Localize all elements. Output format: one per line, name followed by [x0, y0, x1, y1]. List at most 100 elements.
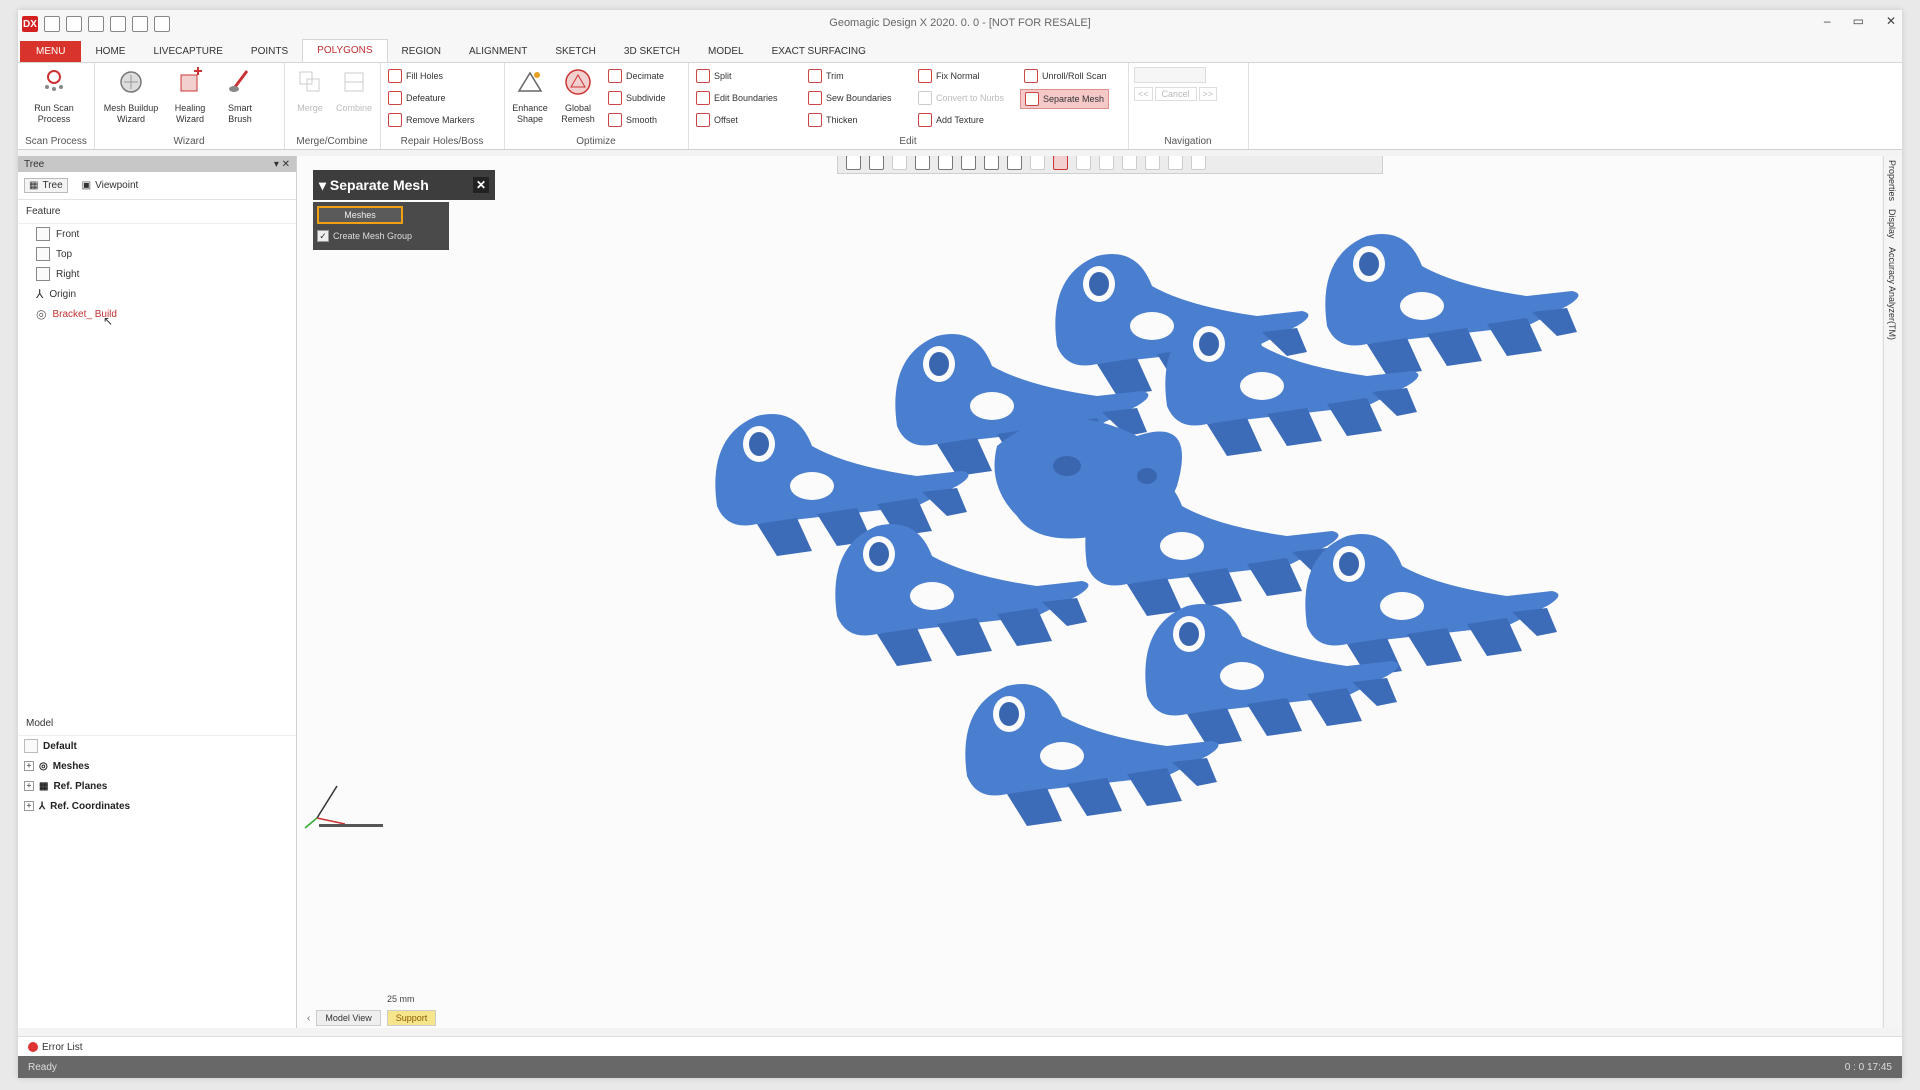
thicken-icon	[808, 113, 822, 127]
healing-wizard-button[interactable]: Healing Wizard	[166, 67, 214, 125]
minimize-button[interactable]: –	[1824, 14, 1831, 28]
nav-cancel-button[interactable]: Cancel	[1154, 87, 1197, 101]
new-file-icon[interactable]	[44, 16, 60, 32]
tab-model-view[interactable]: Model View	[316, 1010, 381, 1026]
import-icon[interactable]	[110, 16, 126, 32]
tab-support[interactable]: Support	[386, 1010, 437, 1026]
offset-button[interactable]: Offset	[696, 111, 738, 129]
plane-icon	[36, 227, 50, 241]
fill-holes-button[interactable]: Fill Holes	[388, 67, 443, 85]
viewpoint-tab-icon: ▣	[81, 180, 92, 191]
convert-nurbs-icon	[918, 91, 932, 105]
tab-points[interactable]: POINTS	[237, 41, 302, 62]
brush-icon	[229, 70, 249, 92]
tab-sketch[interactable]: SKETCH	[541, 41, 610, 62]
smooth-button[interactable]: Smooth	[608, 111, 657, 129]
trim-icon	[808, 69, 822, 83]
model-item-ref-coordinates[interactable]: + ⅄ Ref. Coordinates	[18, 796, 296, 816]
tab-tree[interactable]: ▦ Tree	[24, 178, 68, 193]
fill-holes-icon	[388, 69, 402, 83]
model-item-ref-planes[interactable]: + ▦ Ref. Planes	[18, 776, 296, 796]
tab-3d-sketch[interactable]: 3D SKETCH	[610, 41, 694, 62]
expand-icon[interactable]: +	[24, 761, 34, 771]
error-icon	[28, 1042, 38, 1052]
tab-properties[interactable]: Properties	[1887, 160, 1897, 201]
scroll-left-icon[interactable]: ‹	[307, 1013, 310, 1024]
tab-model[interactable]: MODEL	[694, 41, 758, 62]
maximize-button[interactable]: ▭	[1853, 14, 1864, 28]
trim-button[interactable]: Trim	[808, 67, 844, 85]
combine-button[interactable]: Combine	[330, 67, 378, 114]
tab-viewpoint[interactable]: ▣ Viewpoint	[78, 178, 143, 193]
tab-livecapture[interactable]: LIVECAPTURE	[139, 41, 236, 62]
expand-icon[interactable]: +	[24, 801, 34, 811]
add-texture-button[interactable]: Add Texture	[918, 111, 984, 129]
redo-icon[interactable]	[154, 16, 170, 32]
mesh-buildup-wizard-button[interactable]: Mesh Buildup Wizard	[102, 67, 160, 125]
defeature-button[interactable]: Defeature	[388, 89, 446, 107]
offset-icon	[696, 113, 710, 127]
save-icon[interactable]	[88, 16, 104, 32]
error-list-tab[interactable]: Error List	[42, 1042, 83, 1053]
tab-accuracy-analyzer[interactable]: Accuracy Analyzer(TM)	[1887, 247, 1897, 340]
thicken-button[interactable]: Thicken	[808, 111, 858, 129]
group-label-wizard: Wizard	[173, 136, 205, 147]
group-repair: Fill Holes Defeature Remove Markers Repa…	[380, 63, 505, 149]
separate-mesh-button[interactable]: Separate Mesh	[1020, 89, 1110, 109]
group-navigation: << Cancel >> Navigation	[1128, 63, 1249, 149]
subdivide-button[interactable]: Subdivide	[608, 89, 666, 107]
group-optimize: Enhance Shape Global Remesh Decimate Sub…	[504, 63, 689, 149]
split-button[interactable]: Split	[696, 67, 732, 85]
expand-icon[interactable]: +	[24, 781, 34, 791]
tree-item-bracket-build[interactable]: ◎ Bracket_ Build ↖	[18, 304, 296, 328]
unroll-roll-scan-button[interactable]: Unroll/Roll Scan	[1024, 67, 1107, 85]
remove-markers-button[interactable]: Remove Markers	[388, 111, 475, 129]
tab-polygons[interactable]: POLYGONS	[302, 39, 388, 62]
navigation-dropdown[interactable]	[1134, 67, 1206, 83]
merge-button[interactable]: Merge	[286, 67, 334, 114]
mesh-icon: ◎	[36, 307, 47, 321]
app-logo-icon[interactable]: DX	[22, 16, 38, 32]
enhance-shape-button[interactable]: Enhance Shape	[506, 67, 554, 125]
tab-display[interactable]: Display	[1887, 209, 1897, 239]
fix-normal-icon	[918, 69, 932, 83]
global-remesh-button[interactable]: Global Remesh	[554, 67, 602, 125]
sew-boundaries-button[interactable]: Sew Boundaries	[808, 89, 892, 107]
title-bar: DX Geomagic Design X 2020. 0. 0 - [NOT F…	[18, 10, 1902, 38]
tree-item-origin[interactable]: ⅄ Origin	[18, 284, 296, 304]
nav-prev-button[interactable]: <<	[1134, 87, 1153, 101]
tree-item-top[interactable]: Top	[18, 244, 296, 264]
combine-icon	[344, 72, 364, 92]
tab-region[interactable]: REGION	[388, 41, 455, 62]
plane-icon: ▦	[39, 780, 49, 792]
tree-item-right[interactable]: Right	[18, 264, 296, 284]
open-file-icon[interactable]	[66, 16, 82, 32]
3d-viewport[interactable]: ▾ Separate Mesh ✕ Meshes ✓ Create Mesh G…	[297, 156, 1882, 1008]
close-button[interactable]: ✕	[1886, 14, 1896, 28]
run-scan-process-button[interactable]: Run Scan Process	[30, 67, 78, 125]
decimate-button[interactable]: Decimate	[608, 67, 664, 85]
nav-next-button[interactable]: >>	[1198, 87, 1218, 101]
bracket-meshes-model[interactable]	[297, 156, 1882, 1008]
fix-normal-button[interactable]: Fix Normal	[918, 67, 980, 85]
plane-icon	[36, 247, 50, 261]
tab-alignment[interactable]: ALIGNMENT	[455, 41, 541, 62]
tab-exact-surfacing[interactable]: EXACT SURFACING	[758, 41, 880, 62]
remove-markers-icon	[388, 113, 402, 127]
model-item-meshes[interactable]: + ◎ Meshes	[18, 756, 296, 776]
tab-home[interactable]: HOME	[81, 41, 139, 62]
pin-icon[interactable]: ▾ ✕	[274, 159, 290, 170]
undo-icon[interactable]	[132, 16, 148, 32]
smart-brush-button[interactable]: Smart Brush	[218, 67, 262, 125]
tab-menu[interactable]: MENU	[20, 41, 82, 62]
status-text: Ready	[28, 1061, 57, 1073]
tree-item-front[interactable]: Front	[18, 224, 296, 244]
sew-boundaries-icon	[808, 91, 822, 105]
feature-header: Feature	[18, 200, 296, 224]
tree-panel-title: Tree	[24, 158, 45, 170]
navigation-buttons: << Cancel >>	[1134, 87, 1218, 101]
convert-to-nurbs-button[interactable]: Convert to Nurbs	[918, 89, 1004, 107]
origin-icon: ⅄	[36, 287, 44, 301]
model-item-default[interactable]: Default	[18, 736, 296, 756]
edit-boundaries-button[interactable]: Edit Boundaries	[696, 89, 778, 107]
